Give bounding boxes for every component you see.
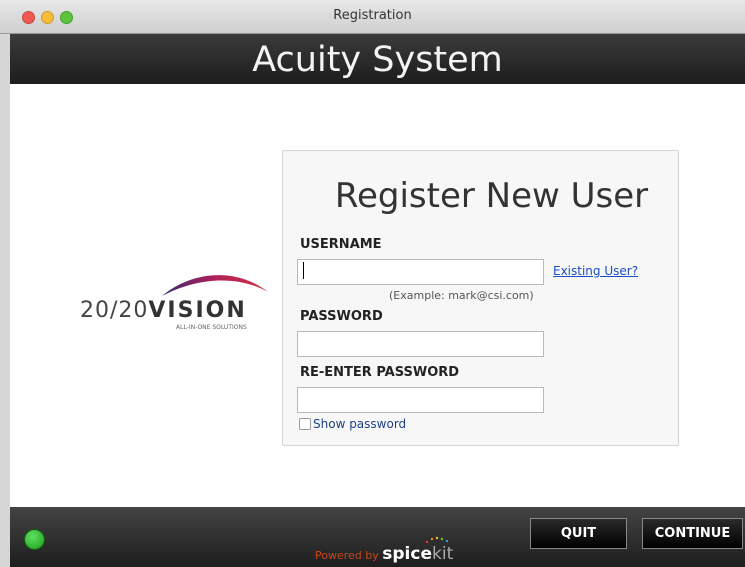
show-password-toggle[interactable]: Show password bbox=[299, 417, 406, 431]
status-indicator-icon bbox=[24, 529, 45, 550]
show-password-checkbox[interactable] bbox=[299, 418, 311, 430]
username-hint: (Example: mark@csi.com) bbox=[389, 289, 534, 302]
logo-tagline: ALL-IN-ONE SOLUTIONS bbox=[176, 324, 247, 331]
spicekit-dots-icon bbox=[425, 536, 449, 544]
panel-title: Register New User bbox=[334, 176, 649, 216]
reenter-password-label: RE-ENTER PASSWORD bbox=[300, 365, 460, 380]
text-caret bbox=[303, 262, 304, 279]
brand-main: spice bbox=[382, 544, 432, 564]
app-header: Acuity System bbox=[10, 34, 745, 84]
window-left-edge bbox=[0, 34, 10, 567]
reenter-password-input[interactable] bbox=[297, 387, 544, 413]
logo-wordmark: 20/20VISION bbox=[80, 298, 247, 323]
brand-suffix: kit bbox=[432, 544, 454, 564]
password-label: PASSWORD bbox=[300, 309, 383, 324]
quit-button[interactable]: QUIT bbox=[530, 518, 627, 549]
password-input[interactable] bbox=[297, 331, 544, 357]
logo-swoosh-icon bbox=[162, 275, 268, 296]
powered-by-label: Powered by spicekit bbox=[315, 544, 453, 564]
register-panel: Register New User USERNAME Existing User… bbox=[282, 150, 679, 446]
existing-user-link[interactable]: Existing User? bbox=[553, 264, 638, 278]
powered-by-text: Powered by bbox=[315, 549, 379, 562]
spicekit-brand: spicekit bbox=[382, 544, 453, 564]
window-titlebar: Registration bbox=[0, 0, 745, 34]
company-logo: 20/20VISION ALL-IN-ONE SOLUTIONS bbox=[80, 266, 270, 336]
logo-text-main: 20/20 bbox=[80, 298, 149, 323]
continue-button[interactable]: CONTINUE bbox=[642, 518, 743, 549]
username-input[interactable] bbox=[297, 259, 544, 285]
app-title: Acuity System bbox=[252, 40, 503, 80]
logo-text-bold: VISION bbox=[148, 298, 247, 323]
username-label: USERNAME bbox=[300, 237, 382, 252]
window-title: Registration bbox=[333, 8, 412, 23]
show-password-label[interactable]: Show password bbox=[313, 417, 406, 431]
